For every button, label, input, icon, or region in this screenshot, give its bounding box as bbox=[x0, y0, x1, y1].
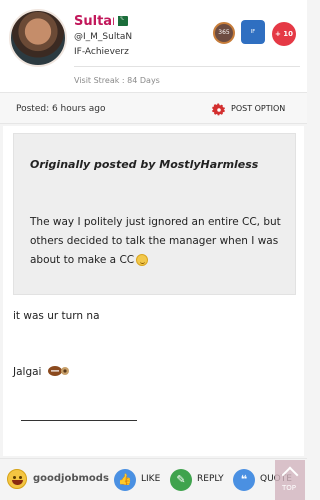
pencil-icon[interactable]: ✎ bbox=[170, 469, 192, 491]
post-line: it was ur turn na bbox=[13, 310, 100, 322]
post-body: Originally posted by MostlyHarmless The … bbox=[3, 126, 304, 456]
gear-icon[interactable] bbox=[212, 103, 226, 117]
user-rank: IF-Achieverz bbox=[74, 47, 129, 57]
visit-streak: Visit Streak : 84 Days bbox=[74, 76, 160, 85]
quote-text: The way I politely just ignored an entir… bbox=[30, 213, 295, 270]
posted-time: Posted: 6 hours ago bbox=[16, 104, 106, 114]
post-line: Jalgai bbox=[13, 366, 42, 378]
reply-button[interactable]: REPLY bbox=[197, 474, 224, 484]
reaction-label[interactable]: goodjobmods bbox=[33, 473, 109, 484]
more-badges-button[interactable]: + 10 bbox=[272, 22, 296, 46]
post-meta-bar: Posted: 6 hours ago POST OPTION bbox=[0, 92, 307, 124]
avatar[interactable] bbox=[9, 9, 67, 67]
post-option-button[interactable]: POST OPTION bbox=[231, 104, 285, 113]
quote-header: Originally posted by MostlyHarmless bbox=[30, 158, 259, 171]
divider bbox=[74, 66, 300, 67]
football-emoji-icon bbox=[48, 366, 69, 376]
like-button[interactable]: LIKE bbox=[141, 474, 160, 484]
separator-line bbox=[21, 420, 137, 421]
like-icon[interactable]: 👍 bbox=[114, 469, 136, 491]
laugh-emoji-icon[interactable] bbox=[7, 469, 27, 489]
arrow-up-icon bbox=[281, 466, 299, 484]
profile-header: Sultan @I_M_SultaN IF-Achieverz 365 IF +… bbox=[0, 0, 307, 92]
user-handle: @I_M_SultaN bbox=[74, 32, 133, 42]
scroll-top-button[interactable]: TOP bbox=[275, 460, 305, 500]
quote-icon[interactable]: ❝ bbox=[233, 469, 255, 491]
action-bar: goodjobmods 👍 LIKE ✎ REPLY ❝ QUOTE bbox=[0, 458, 307, 500]
quote-box: Originally posted by MostlyHarmless The … bbox=[13, 133, 296, 295]
flag-icon bbox=[114, 13, 128, 26]
smile-emoji-icon bbox=[136, 254, 149, 266]
quote-text-content: The way I politely just ignored an entir… bbox=[30, 216, 281, 266]
top-label: TOP bbox=[282, 484, 297, 492]
blue-badge[interactable]: IF bbox=[241, 20, 265, 44]
days-badge[interactable]: 365 bbox=[213, 22, 235, 44]
